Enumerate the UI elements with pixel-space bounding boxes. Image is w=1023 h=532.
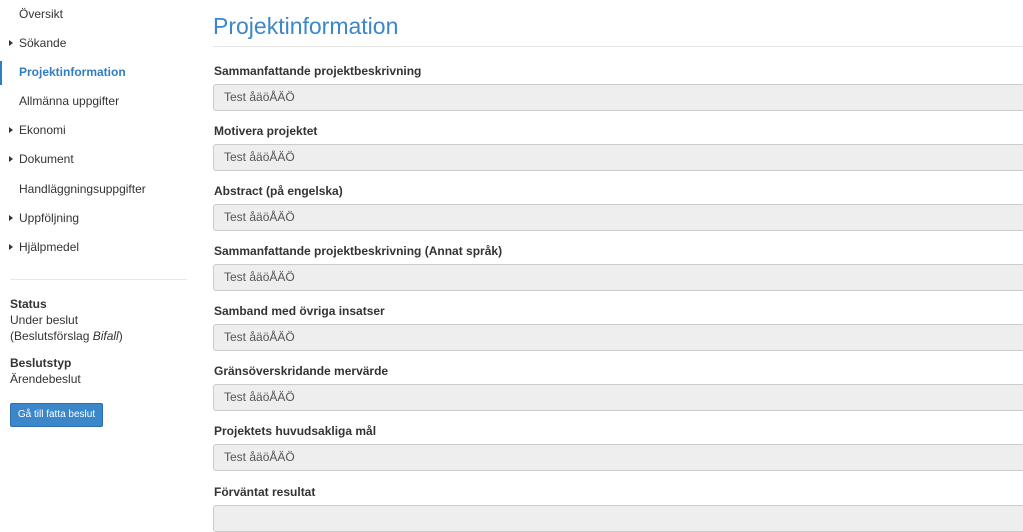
status-proposal: (Beslutsförslag Bifall) — [10, 328, 123, 344]
decision-type-section: Beslutstyp Ärendebeslut — [10, 355, 81, 387]
sidebar-item-label: Projektinformation — [19, 65, 126, 79]
sidebar-item-label: Ekonomi — [19, 123, 66, 137]
sidebar-divider — [10, 279, 187, 280]
field-label: Gränsöverskridande mervärde — [214, 364, 389, 378]
status-value: Under beslut — [10, 313, 79, 327]
sidebar-item-projektinformation[interactable]: Projektinformation — [0, 58, 196, 87]
field-label: Samband med övriga insatser — [214, 304, 385, 318]
sidebar-item-ekonomi[interactable]: Ekonomi — [0, 116, 196, 145]
title-divider — [213, 46, 1023, 47]
caret-right-icon — [9, 244, 13, 250]
sidebar-item-hjalpmedel[interactable]: Hjälpmedel — [0, 233, 196, 262]
sidebar-item-uppfoljning[interactable]: Uppföljning — [0, 204, 196, 233]
field-value-box[interactable] — [213, 505, 1023, 532]
field-value-box[interactable]: Test åäöÅÄÖ — [213, 84, 1023, 111]
proposal-suffix: ) — [118, 329, 123, 343]
field-label: Motivera projektet — [214, 124, 318, 138]
sidebar-item-label: Sökande — [19, 36, 67, 50]
decision-type-value: Ärendebeslut — [10, 372, 81, 386]
sidebar-item-dokument[interactable]: Dokument — [0, 145, 196, 174]
field-label: Sammanfattande projektbeskrivning (Annat… — [214, 244, 503, 258]
decision-type-heading: Beslutstyp — [10, 356, 72, 370]
sidebar-item-allmanna-uppgifter[interactable]: Allmänna uppgifter — [0, 87, 196, 116]
sidebar-item-handlaggningsuppgifter[interactable]: Handläggningsuppgifter — [0, 175, 196, 204]
caret-right-icon — [9, 215, 13, 221]
caret-right-icon — [9, 156, 13, 162]
field-value-box[interactable]: Test åäöÅÄÖ — [213, 324, 1023, 351]
caret-right-icon — [9, 127, 13, 133]
caret-right-icon — [9, 40, 13, 46]
go-to-decision-button[interactable]: Gå till fatta beslut — [10, 403, 103, 427]
sidebar-item-oversikt[interactable]: Översikt — [0, 0, 196, 29]
sidebar-item-sokande[interactable]: Sökande — [0, 29, 196, 58]
field-label: Abstract (på engelska) — [214, 184, 343, 198]
proposal-prefix: (Beslutsförslag — [10, 329, 93, 343]
field-value-box[interactable]: Test åäöÅÄÖ — [213, 384, 1023, 411]
field-value-box[interactable]: Test åäöÅÄÖ — [213, 264, 1023, 291]
sidebar-item-label: Uppföljning — [19, 211, 80, 225]
field-label: Förväntat resultat — [214, 485, 316, 499]
page-title: Projektinformation — [213, 13, 399, 39]
field-value-box[interactable]: Test åäöÅÄÖ — [213, 144, 1023, 171]
sidebar-item-label: Hjälpmedel — [19, 240, 80, 254]
status-heading: Status — [10, 297, 47, 311]
sidebar-item-label: Handläggningsuppgifter — [19, 182, 146, 196]
sidebar-item-label: Allmänna uppgifter — [19, 94, 120, 108]
sidebar: Översikt Sökande Projektinformation Allm… — [0, 0, 196, 508]
sidebar-item-label: Översikt — [19, 7, 64, 21]
field-value-box[interactable]: Test åäöÅÄÖ — [213, 444, 1023, 471]
main-content: Projektinformation Sammanfattande projek… — [213, 0, 1023, 532]
field-value-box[interactable]: Test åäöÅÄÖ — [213, 204, 1023, 231]
field-label: Projektets huvudsakliga mål — [214, 424, 377, 438]
status-section: Status Under beslut (Beslutsförslag Bifa… — [10, 296, 123, 344]
sidebar-item-label: Dokument — [19, 152, 74, 166]
field-label: Sammanfattande projektbeskrivning — [214, 64, 422, 78]
proposal-value: Bifall — [92, 329, 119, 343]
